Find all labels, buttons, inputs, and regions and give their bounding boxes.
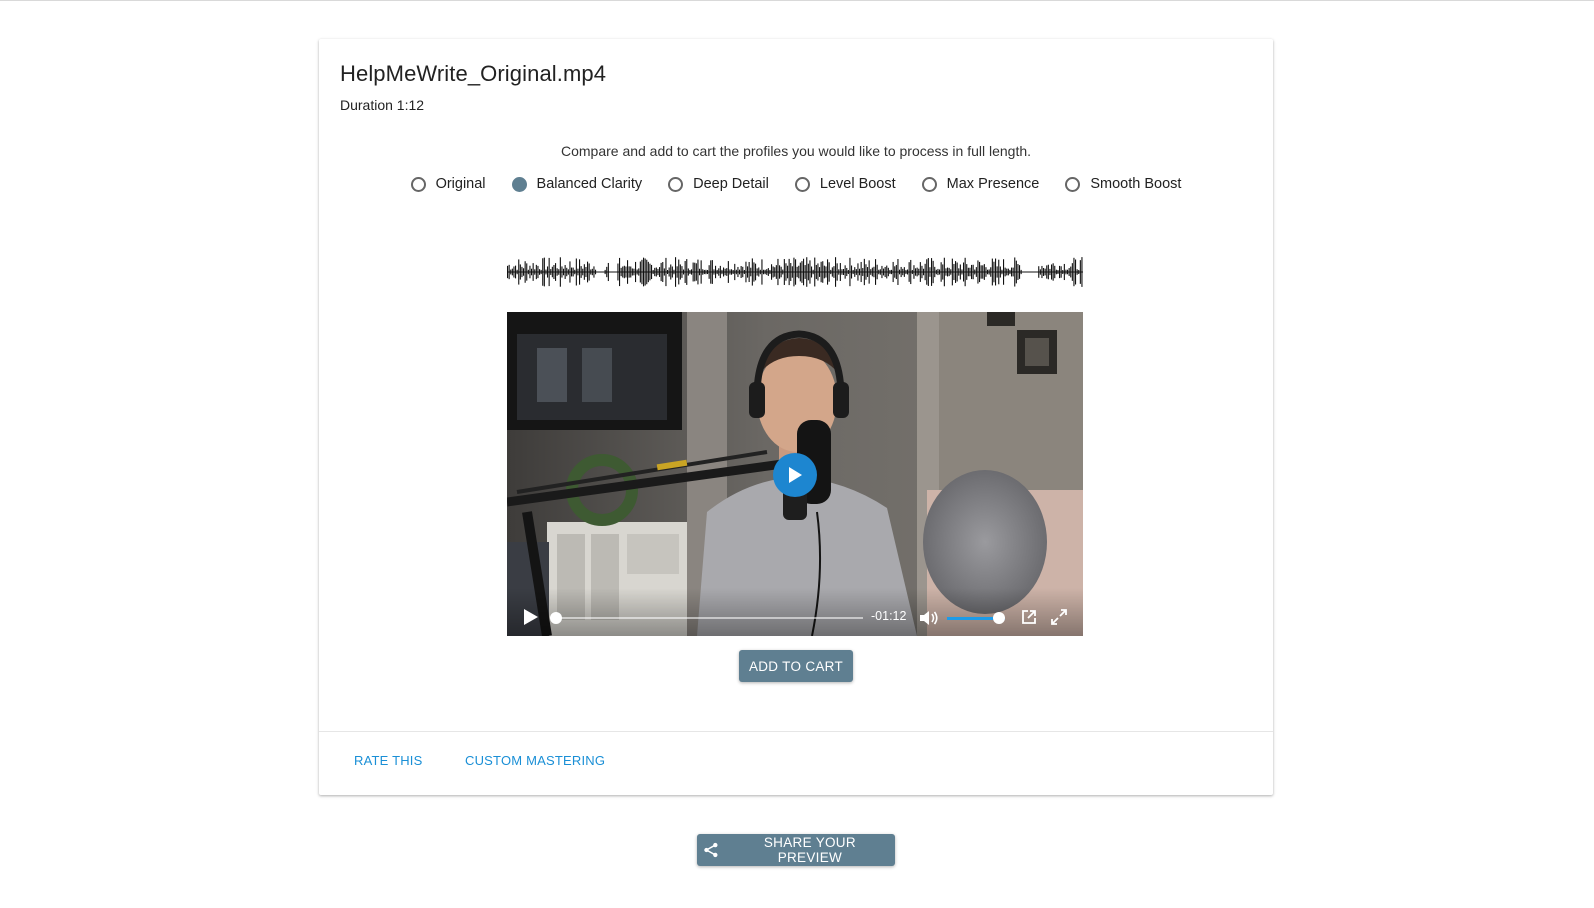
profile-label: Deep Detail [693,176,769,192]
profile-option-deep-detail[interactable]: Deep Detail [668,176,769,192]
profile-label: Original [435,176,486,192]
instructions-text: Compare and add to cart the profiles you… [560,143,1032,159]
preview-card: HelpMeWrite_Original.mp4 Duration 1:12 C… [319,39,1273,795]
radio-button[interactable] [410,176,426,192]
play-icon [789,467,802,483]
audio-waveform[interactable] [507,257,1083,287]
share-label: SHARE YOUR PREVIEW [763,835,856,865]
share-preview-button[interactable]: SHARE YOUR PREVIEW [697,834,895,866]
profile-label: Smooth Boost [1090,176,1182,192]
rate-this-link[interactable]: RATE THIS [354,753,423,768]
file-duration: Duration 1:12 [340,97,425,113]
profile-option-smooth-boost[interactable]: Smooth Boost [1065,176,1181,192]
profile-label: Max Presence [946,176,1040,192]
radio-button[interactable] [668,176,684,192]
play-overlay-button[interactable] [773,453,817,497]
radio-button[interactable] [794,176,810,192]
volume-handle[interactable] [993,612,1006,624]
volume-slider[interactable] [947,612,1006,624]
card-divider [319,731,1273,732]
fullscreen-icon[interactable] [1051,609,1067,625]
video-player[interactable]: -01:12 [507,312,1083,636]
profile-option-balanced-clarity[interactable]: Balanced Clarity [511,176,643,192]
time-remaining: -01:12 [871,609,907,623]
play-icon[interactable] [523,608,539,626]
volume-icon[interactable] [919,610,939,626]
file-title: HelpMeWrite_Original.mp4 [340,61,607,86]
radio-button[interactable] [1065,176,1081,192]
seek-bar[interactable] [550,612,863,624]
custom-mastering-link[interactable]: CUSTOM MASTERING [465,753,605,768]
add-to-cart-button[interactable]: ADD TO CART [739,650,853,682]
top-divider [0,0,1594,1]
radio-button[interactable] [921,176,937,192]
profile-label: Balanced Clarity [536,176,643,192]
profile-option-original[interactable]: Original [410,176,486,192]
share-icon [704,842,718,858]
profile-option-level-boost[interactable]: Level Boost [794,176,896,192]
seek-handle[interactable] [550,612,562,624]
profile-option-max-presence[interactable]: Max Presence [921,176,1040,192]
radio-button[interactable] [511,176,527,192]
profile-radio-group: Original Balanced Clarity Deep Detail Le… [319,176,1273,192]
popout-icon[interactable] [1021,609,1037,625]
profile-label: Level Boost [819,176,896,192]
player-controls: -01:12 [507,588,1083,636]
